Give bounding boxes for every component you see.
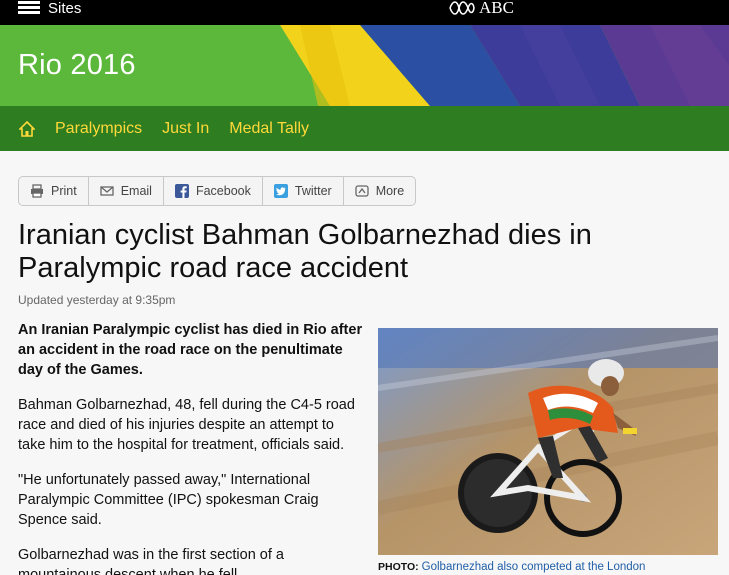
twitter-icon [273,184,288,198]
print-button[interactable]: Print [19,177,89,205]
hamburger-icon [18,1,40,15]
article-photo[interactable] [378,328,718,555]
article-paragraph: "He unfortunately passed away," Internat… [18,472,319,528]
section-nav: Paralympics Just In Medal Tally [0,106,729,151]
email-button[interactable]: Email [89,177,164,205]
share-toolbar: Print Email Facebook Twitter More [18,176,417,206]
nav-item-paralympics[interactable]: Paralympics [55,120,142,138]
nav-item-just-in[interactable]: Just In [162,120,209,138]
facebook-label: Facebook [195,184,251,198]
banner-title: Rio 2016 [18,49,136,81]
top-bar: Sites ABC [0,0,729,25]
more-button[interactable]: More [344,177,415,205]
article-headline: Iranian cyclist Bahman Golbarnezhad dies… [18,219,592,284]
print-label: Print [51,184,77,198]
abc-logo[interactable]: ABC [449,0,514,17]
abc-logo-text: ABC [479,0,514,17]
photo-caption-label: PHOTO: [378,561,419,573]
updated-timestamp: Updated yesterday at 9:35pm [18,293,176,307]
abc-lissajous-icon [449,1,475,15]
facebook-icon [174,184,189,198]
home-icon[interactable] [19,120,35,137]
photo-caption-link[interactable]: Golbarnezhad also competed at the London [422,561,646,573]
more-share-icon [355,185,369,197]
email-icon [100,186,114,196]
twitter-button[interactable]: Twitter [263,177,344,205]
more-label: More [375,184,405,198]
facebook-button[interactable]: Facebook [164,177,263,205]
article-paragraph: Golbarnezhad was in the first section of… [18,547,284,575]
twitter-label: Twitter [294,184,332,198]
article-paragraph: Bahman Golbarnezhad, 48, fell during the… [18,397,355,453]
nav-item-medal-tally[interactable]: Medal Tally [229,120,309,138]
rio-banner: Rio 2016 [0,25,729,106]
print-icon [31,184,43,198]
cyclist-photo-illustration [378,328,718,555]
sites-label: Sites [48,0,82,17]
email-label: Email [120,184,152,198]
article-body: An Iranian Paralympic cyclist has died i… [18,320,363,575]
photo-caption: PHOTO: Golbarnezhad also competed at the … [378,561,645,573]
sites-menu-button[interactable]: Sites [18,0,82,17]
article-lead-paragraph: An Iranian Paralympic cyclist has died i… [18,322,363,378]
